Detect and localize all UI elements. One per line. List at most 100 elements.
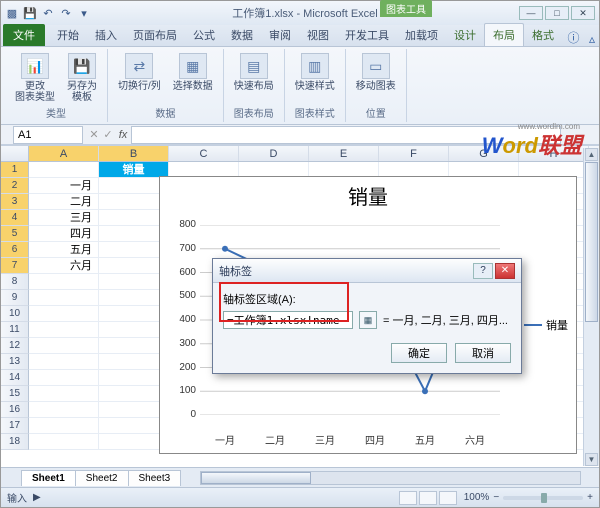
col-header[interactable]: A <box>29 146 99 161</box>
row-header[interactable]: 13 <box>1 354 29 370</box>
zoom-out-button[interactable]: − <box>493 492 499 503</box>
view-pagelayout-button[interactable] <box>419 491 437 505</box>
row-header[interactable]: 9 <box>1 290 29 306</box>
zoom-level[interactable]: 100% <box>464 492 490 503</box>
ribbon-button[interactable]: ▦选择数据 <box>169 51 217 94</box>
tab-data[interactable]: 数据 <box>223 24 261 46</box>
col-header[interactable]: G <box>449 146 519 161</box>
cancel-button[interactable]: 取消 <box>455 343 511 363</box>
undo-icon[interactable]: ↶ <box>41 6 55 20</box>
scroll-thumb[interactable] <box>201 472 311 484</box>
view-normal-button[interactable] <box>399 491 417 505</box>
col-header[interactable]: E <box>309 146 379 161</box>
grid-cell[interactable]: 六月 <box>29 258 99 274</box>
range-picker-button[interactable]: ▦ <box>359 311 377 329</box>
redo-icon[interactable]: ↷ <box>59 6 73 20</box>
dialog-titlebar[interactable]: 轴标签 ? ✕ <box>213 259 521 283</box>
minimize-ribbon-icon[interactable]: ▵ <box>589 32 595 46</box>
grid-cell[interactable] <box>29 370 99 386</box>
legend[interactable]: 销量 <box>524 317 568 333</box>
row-header[interactable]: 11 <box>1 322 29 338</box>
select-all-corner[interactable] <box>1 146 29 161</box>
col-header[interactable]: D <box>239 146 309 161</box>
chart-title[interactable]: 销量 <box>160 177 576 212</box>
sheet-tab[interactable]: Sheet1 <box>21 470 76 486</box>
tab-formulas[interactable]: 公式 <box>185 24 223 46</box>
row-header[interactable]: 6 <box>1 242 29 258</box>
col-header[interactable]: F <box>379 146 449 161</box>
grid-cell[interactable] <box>29 162 99 178</box>
zoom-thumb[interactable] <box>541 493 547 503</box>
row-header[interactable]: 4 <box>1 210 29 226</box>
grid-cell[interactable]: 五月 <box>29 242 99 258</box>
row-header[interactable]: 18 <box>1 434 29 450</box>
row-header[interactable]: 15 <box>1 386 29 402</box>
grid-cell[interactable] <box>29 306 99 322</box>
row-header[interactable]: 5 <box>1 226 29 242</box>
row-header[interactable]: 12 <box>1 338 29 354</box>
qat-customize-icon[interactable]: ▾ <box>77 6 91 20</box>
row-header[interactable]: 8 <box>1 274 29 290</box>
grid-cell[interactable]: 一月 <box>29 178 99 194</box>
view-pagebreak-button[interactable] <box>439 491 457 505</box>
row-header[interactable]: 16 <box>1 402 29 418</box>
ok-button[interactable]: 确定 <box>391 343 447 363</box>
col-header[interactable]: B <box>99 146 169 161</box>
cancel-formula-icon[interactable]: ✕ <box>87 128 101 141</box>
ribbon-button[interactable]: ⇄切换行/列 <box>114 51 165 94</box>
help-icon[interactable]: ⓘ <box>567 29 579 46</box>
restore-button[interactable]: □ <box>545 6 569 20</box>
name-box[interactable] <box>13 126 83 144</box>
ribbon-button[interactable]: ▥快速样式 <box>291 51 339 94</box>
tab-home[interactable]: 开始 <box>49 24 87 46</box>
scroll-up-arrow[interactable]: ▲ <box>585 148 598 161</box>
row-header[interactable]: 3 <box>1 194 29 210</box>
ribbon-button[interactable]: 💾另存为模板 <box>63 51 101 105</box>
tab-developer[interactable]: 开发工具 <box>337 24 397 46</box>
sheet-tab[interactable]: Sheet3 <box>128 470 182 486</box>
formula-input[interactable] <box>131 126 561 144</box>
close-button[interactable]: ✕ <box>571 6 595 20</box>
grid-cell[interactable] <box>29 322 99 338</box>
tab-insert[interactable]: 插入 <box>87 24 125 46</box>
dialog-help-button[interactable]: ? <box>473 263 493 279</box>
scroll-thumb[interactable] <box>585 162 598 322</box>
row-header[interactable]: 2 <box>1 178 29 194</box>
col-header[interactable]: C <box>169 146 239 161</box>
tab-addins[interactable]: 加载项 <box>397 24 446 46</box>
dialog-close-button[interactable]: ✕ <box>495 263 515 279</box>
grid-cell[interactable] <box>29 418 99 434</box>
macro-record-icon[interactable]: ▶ <box>33 492 41 503</box>
data-point[interactable] <box>422 388 428 394</box>
row-header[interactable]: 1 <box>1 162 29 178</box>
grid-cell[interactable] <box>29 274 99 290</box>
save-icon[interactable]: 💾 <box>23 6 37 20</box>
tab-design[interactable]: 设计 <box>446 24 484 46</box>
ribbon-button[interactable]: ▤快速布局 <box>230 51 278 94</box>
tab-file[interactable]: 文件 <box>3 24 45 46</box>
tab-pagelayout[interactable]: 页面布局 <box>125 24 185 46</box>
grid-cell[interactable] <box>29 434 99 450</box>
fx-icon[interactable]: fx <box>115 129 131 141</box>
zoom-slider[interactable] <box>503 496 583 500</box>
grid-cell[interactable]: 二月 <box>29 194 99 210</box>
grid-cell[interactable] <box>29 290 99 306</box>
zoom-in-button[interactable]: + <box>587 492 593 503</box>
scroll-down-arrow[interactable]: ▼ <box>585 453 598 466</box>
grid-cell[interactable] <box>29 386 99 402</box>
grid-cell[interactable] <box>29 402 99 418</box>
axis-range-input[interactable] <box>223 311 353 329</box>
vertical-scrollbar[interactable]: ▲ ▼ <box>583 148 599 466</box>
ribbon-button[interactable]: ▭移动图表 <box>352 51 400 94</box>
col-header[interactable]: H <box>519 146 589 161</box>
row-header[interactable]: 14 <box>1 370 29 386</box>
minimize-button[interactable]: — <box>519 6 543 20</box>
grid-cell[interactable]: 三月 <box>29 210 99 226</box>
tab-view[interactable]: 视图 <box>299 24 337 46</box>
sheet-tab[interactable]: Sheet2 <box>75 470 129 486</box>
grid-cell[interactable] <box>29 354 99 370</box>
grid-cell[interactable] <box>29 338 99 354</box>
enter-formula-icon[interactable]: ✓ <box>101 128 115 141</box>
tab-format[interactable]: 格式 <box>524 24 562 46</box>
tab-layout[interactable]: 布局 <box>484 23 524 46</box>
